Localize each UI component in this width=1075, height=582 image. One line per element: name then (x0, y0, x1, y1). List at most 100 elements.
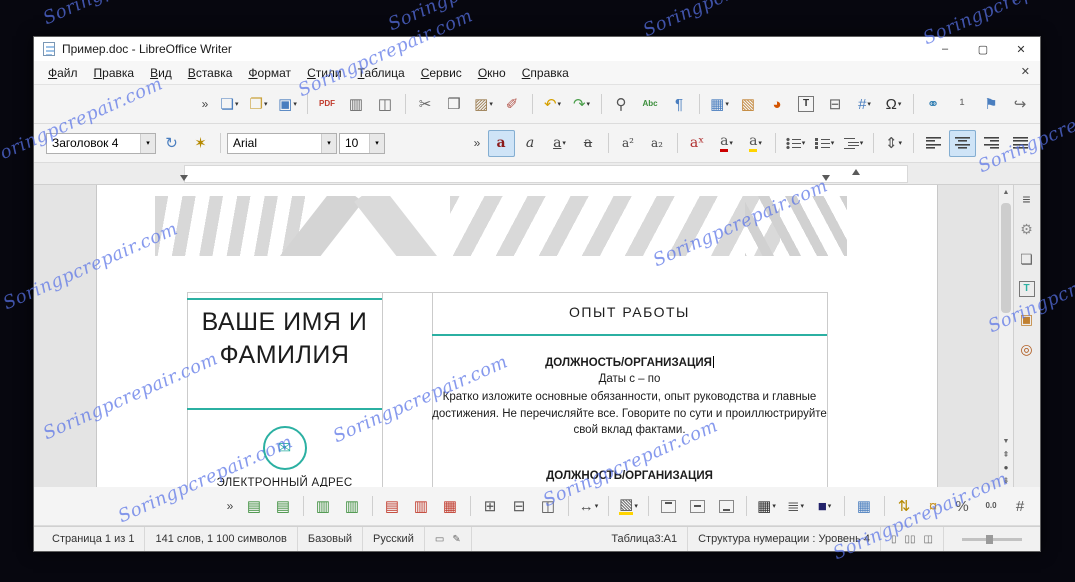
clear-formatting-button[interactable]: aˣ (684, 130, 711, 157)
resume-header-graphic[interactable] (155, 196, 847, 256)
align-bottom-button[interactable] (713, 493, 740, 520)
horizontal-ruler[interactable] (34, 163, 1040, 185)
cut-button[interactable]: ✂ (412, 91, 439, 118)
insert-chart-button[interactable]: ◕ (764, 91, 791, 118)
numbered-list-button[interactable]: ▾ (811, 130, 838, 157)
new-style-button[interactable]: ✶ (187, 130, 214, 157)
line-spacing-button[interactable]: ⇕ ▾ (880, 130, 907, 157)
job1-description[interactable]: Кратко изложите основные обязанности, оп… (432, 389, 827, 439)
insert-row-below-button[interactable]: ▤ (270, 493, 297, 520)
delete-row-button[interactable]: ▤ (379, 493, 406, 520)
single-page-view-button[interactable]: ▯ (891, 534, 897, 545)
copy-button[interactable]: ❒ (441, 91, 468, 118)
multi-page-view-button[interactable]: ▯▯ (905, 534, 916, 545)
titlebar[interactable]: Пример.doc - LibreOffice Writer – ▢ ✕ (34, 37, 1040, 61)
update-style-button[interactable]: ↻ (158, 130, 185, 157)
insert-text-box-button[interactable]: T (793, 91, 820, 118)
page-deck-icon[interactable]: ❏ (1016, 248, 1038, 270)
superscript-button[interactable]: a² (615, 130, 642, 157)
word-count-status[interactable]: 141 слов, 1 100 символов (145, 527, 298, 551)
font-name-combo[interactable]: Arial ▾ (227, 132, 337, 154)
menu-file[interactable]: Файл (40, 63, 86, 83)
next-page-button[interactable]: ⇟ (999, 474, 1013, 487)
delete-table-button[interactable]: ▦ (437, 493, 464, 520)
sort-button[interactable]: ⇅ (891, 493, 918, 520)
hyperlink-button[interactable]: ⚭ (920, 91, 947, 118)
scroll-down-button[interactable]: ▼ (999, 434, 1013, 448)
paste-button[interactable]: ▨ ▾ (470, 91, 497, 118)
page-count-status[interactable]: Страница 1 из 1 (42, 527, 146, 551)
special-character-button[interactable]: Ω ▾ (880, 91, 907, 118)
optimize-size-button[interactable]: ↔ ▾ (575, 493, 602, 520)
number-format-percent-button[interactable]: % (949, 493, 976, 520)
book-view-button[interactable]: ◫ (924, 534, 933, 545)
delete-column-button[interactable]: ▥ (408, 493, 435, 520)
formatting-toolbar-overflow-button[interactable]: » (468, 131, 486, 155)
cross-reference-button[interactable]: ↪ (1007, 91, 1034, 118)
menu-help[interactable]: Справка (514, 63, 577, 83)
background-color-button[interactable]: ▧ ▾ (615, 493, 642, 520)
insert-field-button[interactable]: # ▾ (851, 91, 878, 118)
outline-list-button[interactable]: ▾ (840, 130, 867, 157)
table-properties-button[interactable]: ▦ (851, 493, 878, 520)
page-style-status[interactable]: Базовый (298, 527, 364, 551)
print-preview-button[interactable]: ◫ (372, 91, 399, 118)
table-toolbar-overflow-button[interactable]: » (221, 494, 239, 518)
split-table-button[interactable]: ◫ (535, 493, 562, 520)
number-format-currency-button[interactable]: ¤ (920, 493, 947, 520)
number-format-button[interactable]: # (1007, 493, 1034, 520)
document-page[interactable]: ВАШЕ ИМЯ И ФАМИЛИЯ ✉ ЭЛЕКТРОННЫЙ АДРЕС О… (96, 185, 938, 487)
resume-name-heading[interactable]: ВАШЕ ИМЯ И ФАМИЛИЯ (187, 306, 382, 371)
undo-button[interactable]: ↶ ▾ (539, 91, 566, 118)
spelling-button[interactable]: Abc (637, 91, 664, 118)
align-right-button[interactable] (978, 130, 1005, 157)
standard-toolbar-overflow-button[interactable]: » (196, 92, 214, 116)
menu-table[interactable]: Таблица (350, 63, 413, 83)
footnote-button[interactable]: ¹ (949, 91, 976, 118)
job1-dates[interactable]: Даты с – по (432, 373, 827, 385)
scrollbar-track[interactable] (999, 199, 1013, 434)
formatting-marks-button[interactable]: ¶ (666, 91, 693, 118)
job1-title[interactable]: ДОЛЖНОСТЬ/ОРГАНИЗАЦИЯ (432, 356, 827, 369)
font-color-button[interactable]: a ▾ (713, 130, 740, 157)
save-button[interactable]: ▣ ▾ (274, 91, 301, 118)
insert-column-before-button[interactable]: ▥ (310, 493, 337, 520)
menu-tools[interactable]: Сервис (413, 63, 470, 83)
minimize-button[interactable]: – (926, 37, 964, 61)
align-top-button[interactable] (655, 493, 682, 520)
combo-arrow-icon[interactable]: ▾ (321, 133, 336, 153)
menu-view[interactable]: Вид (142, 63, 180, 83)
envelope-icon[interactable]: ✉ (262, 426, 307, 470)
combo-arrow-icon[interactable]: ▾ (140, 133, 155, 153)
indent-marker[interactable] (822, 175, 830, 181)
insert-column-after-button[interactable]: ▥ (339, 493, 366, 520)
properties-wrench-icon[interactable]: ⚙ (1016, 218, 1038, 240)
zoom-slider-thumb[interactable] (986, 534, 993, 544)
menu-window[interactable]: Окно (470, 63, 514, 83)
zoom-slider[interactable] (962, 534, 1022, 544)
sidebar-settings-icon[interactable]: ≡ (1016, 188, 1038, 210)
previous-page-button[interactable]: ⇞ (999, 448, 1013, 461)
navigate-by-button[interactable]: ● (999, 461, 1013, 474)
border-color-button[interactable]: ■ ▾ (811, 493, 838, 520)
indent-marker[interactable] (180, 175, 188, 181)
job2-title[interactable]: ДОЛЖНОСТЬ/ОРГАНИЗАЦИЯ (432, 470, 827, 482)
menu-styles[interactable]: Стили (299, 63, 350, 83)
scroll-up-button[interactable]: ▲ (999, 185, 1013, 199)
paragraph-style-combo[interactable]: Заголовок 4 ▾ (46, 132, 156, 154)
subscript-button[interactable]: a₂ (644, 130, 671, 157)
split-cells-button[interactable]: ⊟ (506, 493, 533, 520)
open-button[interactable]: ❐ ▾ (245, 91, 272, 118)
insert-row-above-button[interactable]: ▤ (241, 493, 268, 520)
styles-deck-icon[interactable]: T (1016, 278, 1038, 300)
new-document-button[interactable]: ❏ ▾ (216, 91, 243, 118)
document-canvas[interactable]: ВАШЕ ИМЯ И ФАМИЛИЯ ✉ ЭЛЕКТРОННЫЙ АДРЕС О… (34, 185, 998, 487)
maximize-button[interactable]: ▢ (964, 37, 1002, 61)
combo-arrow-icon[interactable]: ▾ (369, 133, 384, 153)
vertical-scrollbar[interactable]: ▲ ▼ ⇞ ● ⇟ (998, 185, 1013, 487)
export-pdf-button[interactable]: PDF (314, 91, 341, 118)
italic-button[interactable]: a (517, 130, 544, 157)
language-status[interactable]: Русский (363, 527, 425, 551)
border-style-button[interactable]: ≣ ▾ (782, 493, 809, 520)
merge-cells-button[interactable]: ⊞ (477, 493, 504, 520)
